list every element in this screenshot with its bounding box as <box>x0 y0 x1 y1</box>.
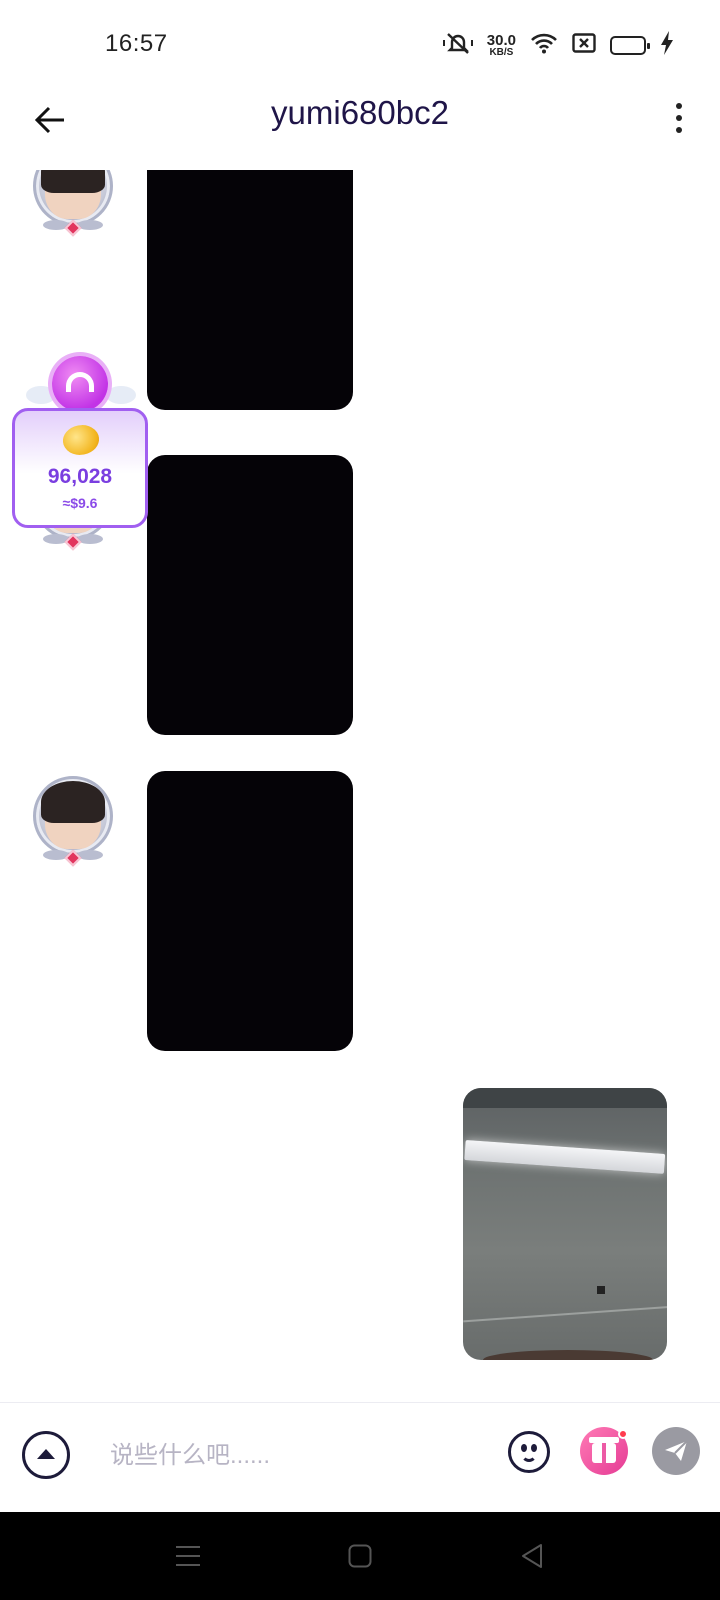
avatar-hair <box>41 781 105 823</box>
bean-coin-icon <box>58 419 104 461</box>
expand-up-icon <box>37 1448 55 1459</box>
home-icon <box>348 1544 372 1568</box>
mascot-wing <box>106 386 136 404</box>
gift-button[interactable] <box>580 1427 628 1475</box>
message-list[interactable] <box>0 170 720 1402</box>
gift-icon <box>589 1437 619 1463</box>
status-icons: 30.0 KB/S <box>442 30 674 60</box>
nav-back-button[interactable] <box>510 1534 554 1578</box>
status-bar: 16:57 30.0 KB/S <box>0 0 720 90</box>
more-dot <box>676 115 682 121</box>
wifi-icon <box>530 32 558 59</box>
notification-dot <box>618 1429 628 1439</box>
mascot-icon <box>52 356 108 412</box>
more-vertical-icon <box>676 103 682 109</box>
gift-earnings-widget[interactable]: 96,028 ≈$9.6 <box>12 356 148 530</box>
more-options-button[interactable] <box>664 96 694 140</box>
menu-icon <box>176 1546 200 1566</box>
home-button[interactable] <box>338 1534 382 1578</box>
charging-icon <box>660 30 674 60</box>
gift-earnings-card: 96,028 ≈$9.6 <box>12 408 148 528</box>
photo-detail <box>483 1350 653 1360</box>
video-message[interactable] <box>147 771 353 1051</box>
network-speed: 30.0 KB/S <box>487 33 516 58</box>
back-icon <box>522 1544 542 1568</box>
emoji-eye <box>531 1444 537 1452</box>
more-dot <box>676 127 682 133</box>
sender-avatar[interactable] <box>27 170 119 238</box>
sender-avatar[interactable] <box>27 772 119 868</box>
video-message[interactable] <box>147 170 353 410</box>
photo-message[interactable] <box>463 1088 667 1360</box>
photo-detail <box>464 1140 666 1174</box>
expand-button[interactable] <box>22 1431 70 1479</box>
sim-off-icon <box>572 32 596 58</box>
photo-detail <box>463 1305 667 1323</box>
send-icon <box>665 1440 688 1461</box>
recent-apps-button[interactable] <box>166 1534 210 1578</box>
message-input[interactable] <box>96 1431 486 1481</box>
emoji-mouth <box>521 1453 537 1462</box>
send-button[interactable] <box>652 1427 700 1475</box>
status-time: 16:57 <box>105 30 168 57</box>
emoji-icon <box>521 1444 527 1452</box>
avatar-frame <box>33 170 113 226</box>
video-message[interactable] <box>147 455 353 735</box>
photo-detail <box>597 1286 605 1294</box>
mute-icon <box>442 31 473 60</box>
chat-header: yumi680bc2 <box>0 90 720 170</box>
avatar-frame <box>33 776 113 856</box>
usd-equivalent: ≈$9.6 <box>62 495 98 511</box>
avatar-hair <box>41 170 105 193</box>
emoji-button[interactable] <box>508 1431 550 1473</box>
mascot-eye <box>66 372 94 392</box>
battery-icon <box>610 35 650 55</box>
message-composer <box>0 1402 720 1512</box>
network-speed-value: 30.0 <box>486 31 516 49</box>
system-nav-bar <box>0 1512 720 1600</box>
chat-title: yumi680bc2 <box>271 94 449 131</box>
bean-amount: 96,028 <box>47 465 113 488</box>
network-speed-unit: KB/S <box>489 46 514 58</box>
photo-detail <box>463 1088 667 1108</box>
